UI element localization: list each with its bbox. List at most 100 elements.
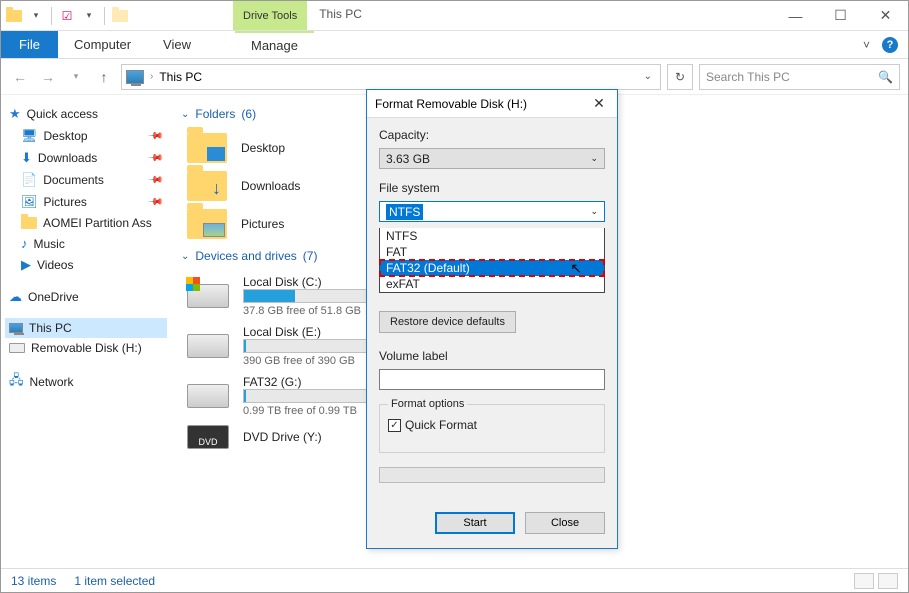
drive-tools-label: Drive Tools — [243, 10, 297, 22]
explorer-icon — [5, 7, 23, 25]
documents-icon: 📄 — [21, 172, 37, 188]
filesystem-dropdown-list: NTFS FAT FAT32 (Default) ↖ exFAT — [379, 228, 605, 293]
this-pc-icon — [126, 70, 144, 84]
sidebar-onedrive[interactable]: ☁ OneDrive — [5, 286, 167, 308]
sidebar-quick-access[interactable]: ★ Quick access — [5, 103, 167, 125]
qat-dropdown-2-icon[interactable]: ▾ — [80, 7, 98, 25]
music-icon: ♪ — [21, 236, 28, 251]
sidebar-pictures[interactable]: 🖼Pictures📌 — [5, 191, 167, 213]
address-dropdown-icon[interactable]: ⌄ — [640, 71, 656, 82]
sidebar-label: Music — [34, 237, 65, 251]
up-button[interactable]: ↑ — [93, 65, 115, 89]
sidebar-label: Removable Disk (H:) — [31, 341, 142, 355]
star-icon: ★ — [9, 106, 21, 122]
quick-format-checkbox[interactable]: ✓ Quick Format — [388, 418, 596, 432]
sidebar-desktop[interactable]: 🖥Desktop📌 — [5, 125, 167, 147]
manage-tab[interactable]: Manage — [235, 31, 314, 58]
drive-icon — [187, 384, 229, 408]
checkbox-icon: ✓ — [388, 419, 401, 432]
combo-value: NTFS — [386, 204, 423, 220]
qat-dropdown-icon[interactable]: ▾ — [27, 7, 45, 25]
properties-icon[interactable]: ☑ — [58, 7, 76, 25]
start-button[interactable]: Start — [435, 512, 515, 534]
sidebar-downloads[interactable]: ⬇Downloads📌 — [5, 147, 167, 169]
computer-tab[interactable]: Computer — [58, 31, 147, 58]
sidebar-label: OneDrive — [28, 290, 79, 304]
item-label: Downloads — [241, 179, 300, 193]
sidebar-videos[interactable]: ▶Videos — [5, 254, 167, 276]
ribbon-tabs: File Computer View Manage ˅ ? — [1, 31, 908, 59]
fs-option-ntfs[interactable]: NTFS — [380, 228, 604, 244]
maximize-button[interactable]: ☐ — [818, 1, 863, 30]
drive-icon — [187, 334, 229, 358]
chevron-down-icon: ⌄ — [181, 251, 189, 262]
cursor-icon: ↖ — [570, 260, 582, 277]
sidebar-label: Network — [30, 375, 74, 389]
window-title: This PC — [307, 1, 374, 30]
item-label: DVD Drive (Y:) — [243, 430, 322, 444]
pin-icon: 📌 — [146, 194, 163, 211]
fs-option-fat[interactable]: FAT — [380, 244, 604, 260]
sidebar-documents[interactable]: 📄Documents📌 — [5, 169, 167, 191]
sidebar-label: Documents — [43, 173, 104, 187]
folder-icon — [187, 133, 227, 163]
this-pc-icon — [9, 323, 23, 333]
status-item-count: 13 items — [11, 574, 56, 588]
sidebar-label: Videos — [37, 258, 73, 272]
sidebar-network[interactable]: 🖧Network — [5, 368, 167, 396]
filesystem-label: File system — [379, 181, 605, 195]
group-label: Devices and drives — [195, 249, 296, 263]
view-tab[interactable]: View — [147, 31, 207, 58]
status-selected-count: 1 item selected — [74, 574, 155, 588]
minimize-button[interactable]: — — [773, 1, 818, 30]
volume-label-input[interactable] — [379, 369, 605, 390]
dvd-drive-icon: DVD — [187, 425, 229, 449]
back-button[interactable]: ← — [9, 65, 31, 89]
sidebar-music[interactable]: ♪ Music — [5, 233, 167, 254]
item-label: Pictures — [241, 217, 284, 231]
recent-locations-icon[interactable]: ▾ — [65, 65, 87, 89]
fs-option-fat32[interactable]: FAT32 (Default) ↖ — [380, 260, 604, 276]
capacity-combo[interactable]: 3.63 GB ⌄ — [379, 148, 605, 169]
titlebar: ▾ ☑ ▾ Drive Tools This PC — ☐ ✕ — [1, 1, 908, 31]
help-icon[interactable]: ? — [882, 37, 898, 53]
option-label: FAT32 (Default) — [386, 261, 470, 275]
sidebar-label: AOMEI Partition Ass — [43, 216, 152, 230]
fs-option-exfat[interactable]: exFAT — [380, 276, 604, 292]
address-bar[interactable]: › This PC ⌄ — [121, 64, 661, 90]
drive-tools-contextual-tab[interactable]: Drive Tools — [233, 1, 307, 30]
close-button[interactable]: ✕ — [863, 1, 908, 30]
forward-button[interactable]: → — [37, 65, 59, 89]
sidebar-label: This PC — [29, 321, 72, 335]
item-label: Desktop — [241, 141, 285, 155]
navigation-pane: ★ Quick access 🖥Desktop📌 ⬇Downloads📌 📄 Doc… — [1, 95, 171, 563]
search-box[interactable]: Search This PC 🔍 — [699, 64, 900, 90]
sidebar-label: Desktop — [44, 129, 88, 143]
sidebar-this-pc[interactable]: This PC — [5, 318, 167, 338]
close-dialog-button[interactable]: Close — [525, 512, 605, 534]
group-label: Folders — [195, 107, 235, 121]
expand-ribbon-icon[interactable]: ˅ — [863, 38, 870, 52]
sidebar-aomei[interactable]: AOMEI Partition Ass — [5, 213, 167, 233]
format-progress-bar — [379, 467, 605, 483]
chevron-down-icon: ⌄ — [590, 206, 598, 217]
refresh-button[interactable]: ↻ — [667, 64, 693, 90]
sidebar-label: Quick access — [27, 107, 98, 121]
filesystem-combo[interactable]: NTFS ⌄ — [379, 201, 605, 222]
format-options-group: Format options ✓ Quick Format — [379, 398, 605, 453]
downloads-icon: ⬇ — [21, 150, 32, 166]
details-view-button[interactable] — [854, 573, 874, 589]
onedrive-icon: ☁ — [9, 289, 22, 305]
folder-icon: ↓ — [187, 171, 227, 201]
restore-defaults-button[interactable]: Restore device defaults — [379, 311, 516, 333]
sidebar-removable-disk[interactable]: Removable Disk (H:) — [5, 338, 167, 358]
large-icons-view-button[interactable] — [878, 573, 898, 589]
combo-value: 3.63 GB — [386, 152, 430, 166]
file-tab[interactable]: File — [1, 31, 58, 58]
pictures-icon: 🖼 — [21, 194, 38, 210]
dialog-close-button[interactable]: ✕ — [589, 95, 609, 112]
chevron-down-icon: ⌄ — [181, 109, 189, 120]
group-count: (6) — [241, 107, 256, 121]
status-bar: 13 items 1 item selected — [1, 568, 908, 592]
new-folder-icon[interactable] — [111, 7, 129, 25]
